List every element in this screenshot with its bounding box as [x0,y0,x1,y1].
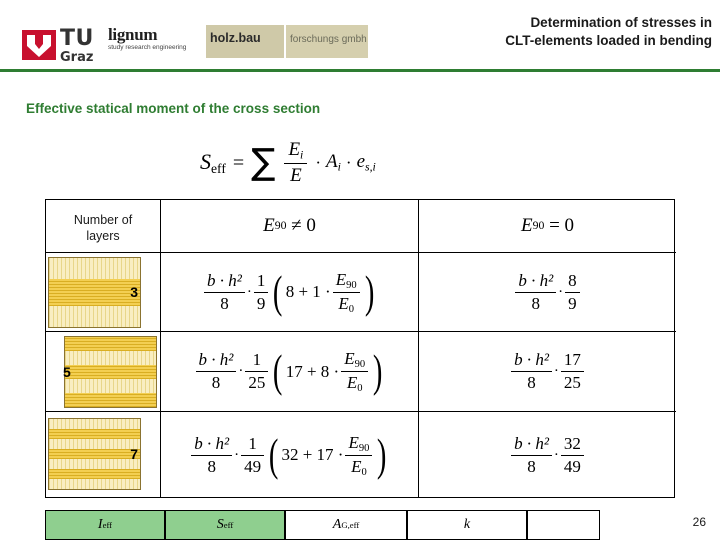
layer-count-3: 3 [130,284,138,300]
formula-term-A: Ai [326,151,341,174]
formula-cell-3-e90nonzero: b · h² 8 · 19 ( 8 + 1 · E90 E0 ) [161,253,419,332]
formula-lhs: Seff [200,149,226,176]
header-layers-line2: layers [86,229,120,244]
tu-graz-wordmark: TU Graz [60,26,94,65]
page-number: 26 [692,515,706,529]
table-header-e90-nonzero: E 90 ≠ 0 [161,200,419,253]
formula-dot-1: · [315,153,321,172]
lignum-wordmark: lignum [108,25,158,44]
param-cell-ageff: A G,eff [285,510,407,540]
formula-table: Number of layers E 90 ≠ 0 E 90 = 0 3 b · h… [45,199,676,498]
table-row: 7 [46,412,161,498]
layer-stack-3 [48,257,141,328]
layer-stack-5 [64,336,157,408]
formula-cell-7-e90nonzero: b · h² 8 · 1 49 ( 32 + 17 · E90 E0 ) [161,412,419,498]
layer-count-5: 5 [63,364,71,380]
slide-title-line2: CLT-elements loaded in bending [505,33,712,49]
bottom-parameter-strip: Ieff Seff A G,eff k [45,510,600,540]
main-formula: Seff = ∑ Ei E · Ai · es,i [200,133,530,193]
slide-header: TU Graz lignum study research engineerin… [0,0,720,72]
table-row: 5 [46,332,161,412]
section-title: Effective statical moment of the cross s… [26,101,321,116]
header-layers-line1: Number of [73,213,133,227]
param-cell-ieff: Ieff [45,510,165,540]
table-row: 3 [46,253,161,332]
formula-cell-3-e90zero: b · h² 8 · 89 [419,253,676,332]
formula-cell-7-e90zero: b · h² 8 · 32 49 [419,412,676,498]
param-cell-empty [527,510,600,540]
tu-text: TU [60,26,94,51]
holzbau-logo: holz.bau [206,25,284,58]
layer-count-7: 7 [130,446,138,462]
param-cell-seff: Seff [165,510,285,540]
table-header-layers: Number of layers [46,200,161,253]
tu-graz-mark-icon [22,30,56,60]
lignum-logo: lignum study research engineering [106,25,204,58]
formula-cell-5-e90nonzero: b · h² 8 · 1 25 ( 17 + 8 · E90 E0 ) [161,332,419,412]
holzbau-wordmark: holz.bau [210,31,261,45]
slide-title: Determination of stresses in CLT-element… [282,14,712,50]
summation-symbol: ∑ [251,142,276,183]
formula-term-e: es,i [356,151,376,174]
lignum-tagline: study research engineering [108,44,187,51]
param-cell-k: k [407,510,527,540]
table-header-e90-zero: E 90 = 0 [419,200,676,253]
formula-fraction-E: Ei E [284,139,308,187]
graz-text: Graz [60,50,94,65]
formula-equals: = [232,151,245,174]
header-divider [0,69,720,72]
formula-cell-5-e90zero: b · h² 8 · 17 25 [419,332,676,412]
layer-stack-7 [48,418,141,490]
slide-title-line1: Determination of stresses in [530,15,712,30]
formula-dot-2: · [345,153,352,172]
